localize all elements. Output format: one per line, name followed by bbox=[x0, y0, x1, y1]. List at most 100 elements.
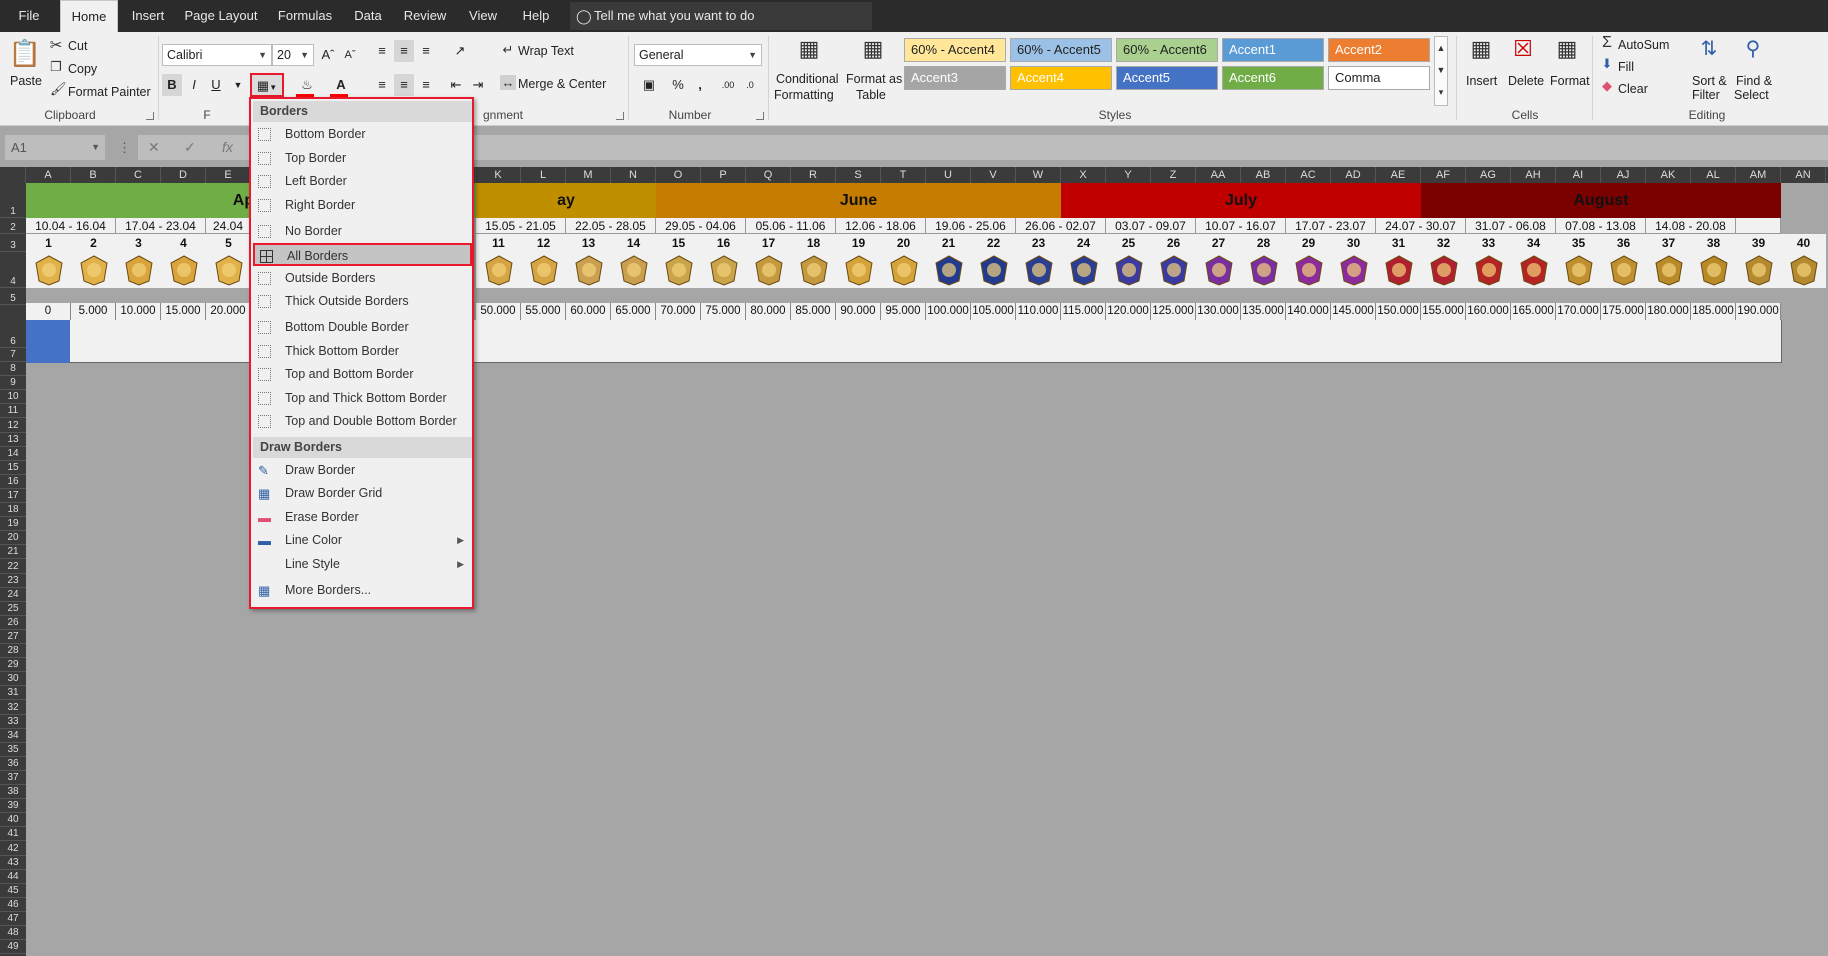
border-option-left-border[interactable]: Left Border bbox=[253, 170, 472, 193]
column-header[interactable]: X bbox=[1061, 167, 1106, 183]
level-number-cell[interactable]: 27 bbox=[1196, 234, 1241, 252]
level-number-cell[interactable]: 40 bbox=[1781, 234, 1826, 252]
underline-button[interactable]: U bbox=[206, 74, 226, 96]
points-cell[interactable]: 0 bbox=[26, 303, 71, 320]
row-header[interactable]: 13 bbox=[0, 433, 26, 447]
level-number-cell[interactable]: 4 bbox=[161, 234, 206, 252]
column-header[interactable]: AE bbox=[1376, 167, 1421, 183]
merge-center-button[interactable]: Merge & Center bbox=[518, 77, 606, 91]
points-cell[interactable]: 95.000 bbox=[881, 303, 926, 320]
column-header[interactable]: L bbox=[521, 167, 566, 183]
week-range-cell[interactable]: 22.05 - 28.05 bbox=[566, 218, 656, 234]
row-header[interactable]: 43 bbox=[0, 856, 26, 870]
align-middle-icon[interactable]: ≡ bbox=[394, 40, 414, 62]
autosum-icon[interactable]: Σ bbox=[1598, 34, 1616, 52]
row-header[interactable]: 15 bbox=[0, 461, 26, 475]
borders-button[interactable]: ▦▼ bbox=[250, 73, 284, 97]
align-right-icon[interactable]: ≡ bbox=[416, 74, 436, 96]
week-range-cell[interactable] bbox=[1736, 218, 1781, 234]
row-header[interactable]: 23 bbox=[0, 574, 26, 588]
row-header[interactable]: 14 bbox=[0, 447, 26, 461]
row-header[interactable]: 18 bbox=[0, 503, 26, 518]
row-header[interactable]: 41 bbox=[0, 827, 26, 842]
border-option-bottom-double-border[interactable]: Bottom Double Border bbox=[253, 316, 472, 339]
level-number-cell[interactable]: 1 bbox=[26, 234, 71, 252]
align-bottom-icon[interactable]: ≡ bbox=[416, 40, 436, 62]
column-header[interactable]: Z bbox=[1151, 167, 1196, 183]
row-header[interactable]: 30 bbox=[0, 672, 26, 687]
increase-decimal-icon[interactable]: .00 bbox=[718, 74, 738, 96]
tab-data[interactable]: Data bbox=[348, 0, 388, 32]
draw-option-line-color[interactable]: ▬ Line Color ▶ bbox=[253, 529, 472, 552]
alignment-launcher-icon[interactable] bbox=[616, 112, 624, 120]
week-range-cell[interactable]: 12.06 - 18.06 bbox=[836, 218, 926, 234]
row-header[interactable]: 39 bbox=[0, 799, 26, 814]
selected-cell-a6[interactable] bbox=[26, 320, 70, 363]
points-cell[interactable]: 110.000 bbox=[1016, 303, 1061, 320]
week-range-cell[interactable]: 03.07 - 09.07 bbox=[1106, 218, 1196, 234]
draw-option-draw-border-grid[interactable]: ▦ Draw Border Grid bbox=[253, 482, 472, 505]
points-cell[interactable]: 185.000 bbox=[1691, 303, 1736, 320]
points-cell[interactable]: 135.000 bbox=[1241, 303, 1286, 320]
column-header[interactable]: AB bbox=[1241, 167, 1286, 183]
week-range-cell[interactable]: 10.04 - 16.04 bbox=[26, 218, 116, 234]
level-number-cell[interactable]: 16 bbox=[701, 234, 746, 252]
column-header[interactable]: AK bbox=[1646, 167, 1691, 183]
week-range-cell[interactable]: 15.05 - 21.05 bbox=[476, 218, 566, 234]
column-header[interactable]: W bbox=[1016, 167, 1061, 183]
wrap-text-icon[interactable]: ↵ bbox=[500, 42, 516, 58]
level-number-cell[interactable]: 22 bbox=[971, 234, 1016, 252]
points-cell[interactable]: 125.000 bbox=[1151, 303, 1196, 320]
cut-icon[interactable]: ✂ bbox=[48, 36, 64, 54]
draw-option-erase-border[interactable]: ▬ Erase Border bbox=[253, 506, 472, 529]
row-header[interactable]: 38 bbox=[0, 785, 26, 800]
paste-icon[interactable]: 📋 bbox=[8, 38, 42, 70]
column-header[interactable]: B bbox=[71, 167, 116, 183]
increase-indent-icon[interactable]: ⇥ bbox=[468, 74, 488, 96]
level-number-cell[interactable]: 37 bbox=[1646, 234, 1691, 252]
cell-style-accent3[interactable]: Accent3 bbox=[904, 66, 1006, 90]
level-number-cell[interactable]: 31 bbox=[1376, 234, 1421, 252]
level-number-cell[interactable]: 25 bbox=[1106, 234, 1151, 252]
format-as-table-label[interactable]: Format as bbox=[846, 72, 902, 86]
clipboard-launcher-icon[interactable] bbox=[146, 112, 154, 120]
name-box[interactable]: A1 ▼ bbox=[5, 135, 105, 160]
column-header[interactable]: V bbox=[971, 167, 1016, 183]
cell-style-accent5[interactable]: Accent5 bbox=[1116, 66, 1218, 90]
column-header[interactable]: AD bbox=[1331, 167, 1376, 183]
level-number-cell[interactable]: 13 bbox=[566, 234, 611, 252]
level-number-cell[interactable]: 36 bbox=[1601, 234, 1646, 252]
level-number-cell[interactable]: 14 bbox=[611, 234, 656, 252]
enter-icon[interactable]: ✓ bbox=[184, 135, 196, 160]
row-header[interactable]: 45 bbox=[0, 884, 26, 898]
row-header[interactable]: 19 bbox=[0, 517, 26, 532]
format-as-table-label2[interactable]: Table bbox=[856, 88, 886, 102]
row-header[interactable]: 27 bbox=[0, 630, 26, 645]
column-header[interactable]: N bbox=[611, 167, 656, 183]
row-header[interactable]: 29 bbox=[0, 658, 26, 673]
format-cells-button[interactable]: Format bbox=[1550, 74, 1590, 88]
points-cell[interactable]: 85.000 bbox=[791, 303, 836, 320]
row-header[interactable]: 33 bbox=[0, 715, 26, 729]
column-header[interactable]: AF bbox=[1421, 167, 1466, 183]
row-header[interactable]: 49 bbox=[0, 940, 26, 955]
border-option-all-borders[interactable]: All Borders bbox=[253, 243, 472, 266]
level-number-cell[interactable]: 18 bbox=[791, 234, 836, 252]
paste-button[interactable]: Paste bbox=[10, 74, 42, 88]
column-header[interactable]: T bbox=[881, 167, 926, 183]
week-range-cell[interactable]: 10.07 - 16.07 bbox=[1196, 218, 1286, 234]
row-header[interactable]: 10 bbox=[0, 390, 26, 405]
level-number-cell[interactable]: 2 bbox=[71, 234, 116, 252]
cell-style-60-accent6[interactable]: 60% - Accent6 bbox=[1116, 38, 1218, 62]
row-header[interactable]: 2 bbox=[0, 218, 26, 234]
points-cell[interactable]: 100.000 bbox=[926, 303, 971, 320]
row-header[interactable]: 7 bbox=[0, 348, 26, 363]
row-header[interactable]: 44 bbox=[0, 870, 26, 884]
level-number-cell[interactable]: 39 bbox=[1736, 234, 1781, 252]
row-header[interactable]: 17 bbox=[0, 489, 26, 504]
week-range-cell[interactable]: 26.06 - 02.07 bbox=[1016, 218, 1106, 234]
level-number-cell[interactable]: 28 bbox=[1241, 234, 1286, 252]
column-header[interactable]: P bbox=[701, 167, 746, 183]
week-range-cell[interactable]: 24.07 - 30.07 bbox=[1376, 218, 1466, 234]
comma-button[interactable]: , bbox=[690, 74, 710, 96]
